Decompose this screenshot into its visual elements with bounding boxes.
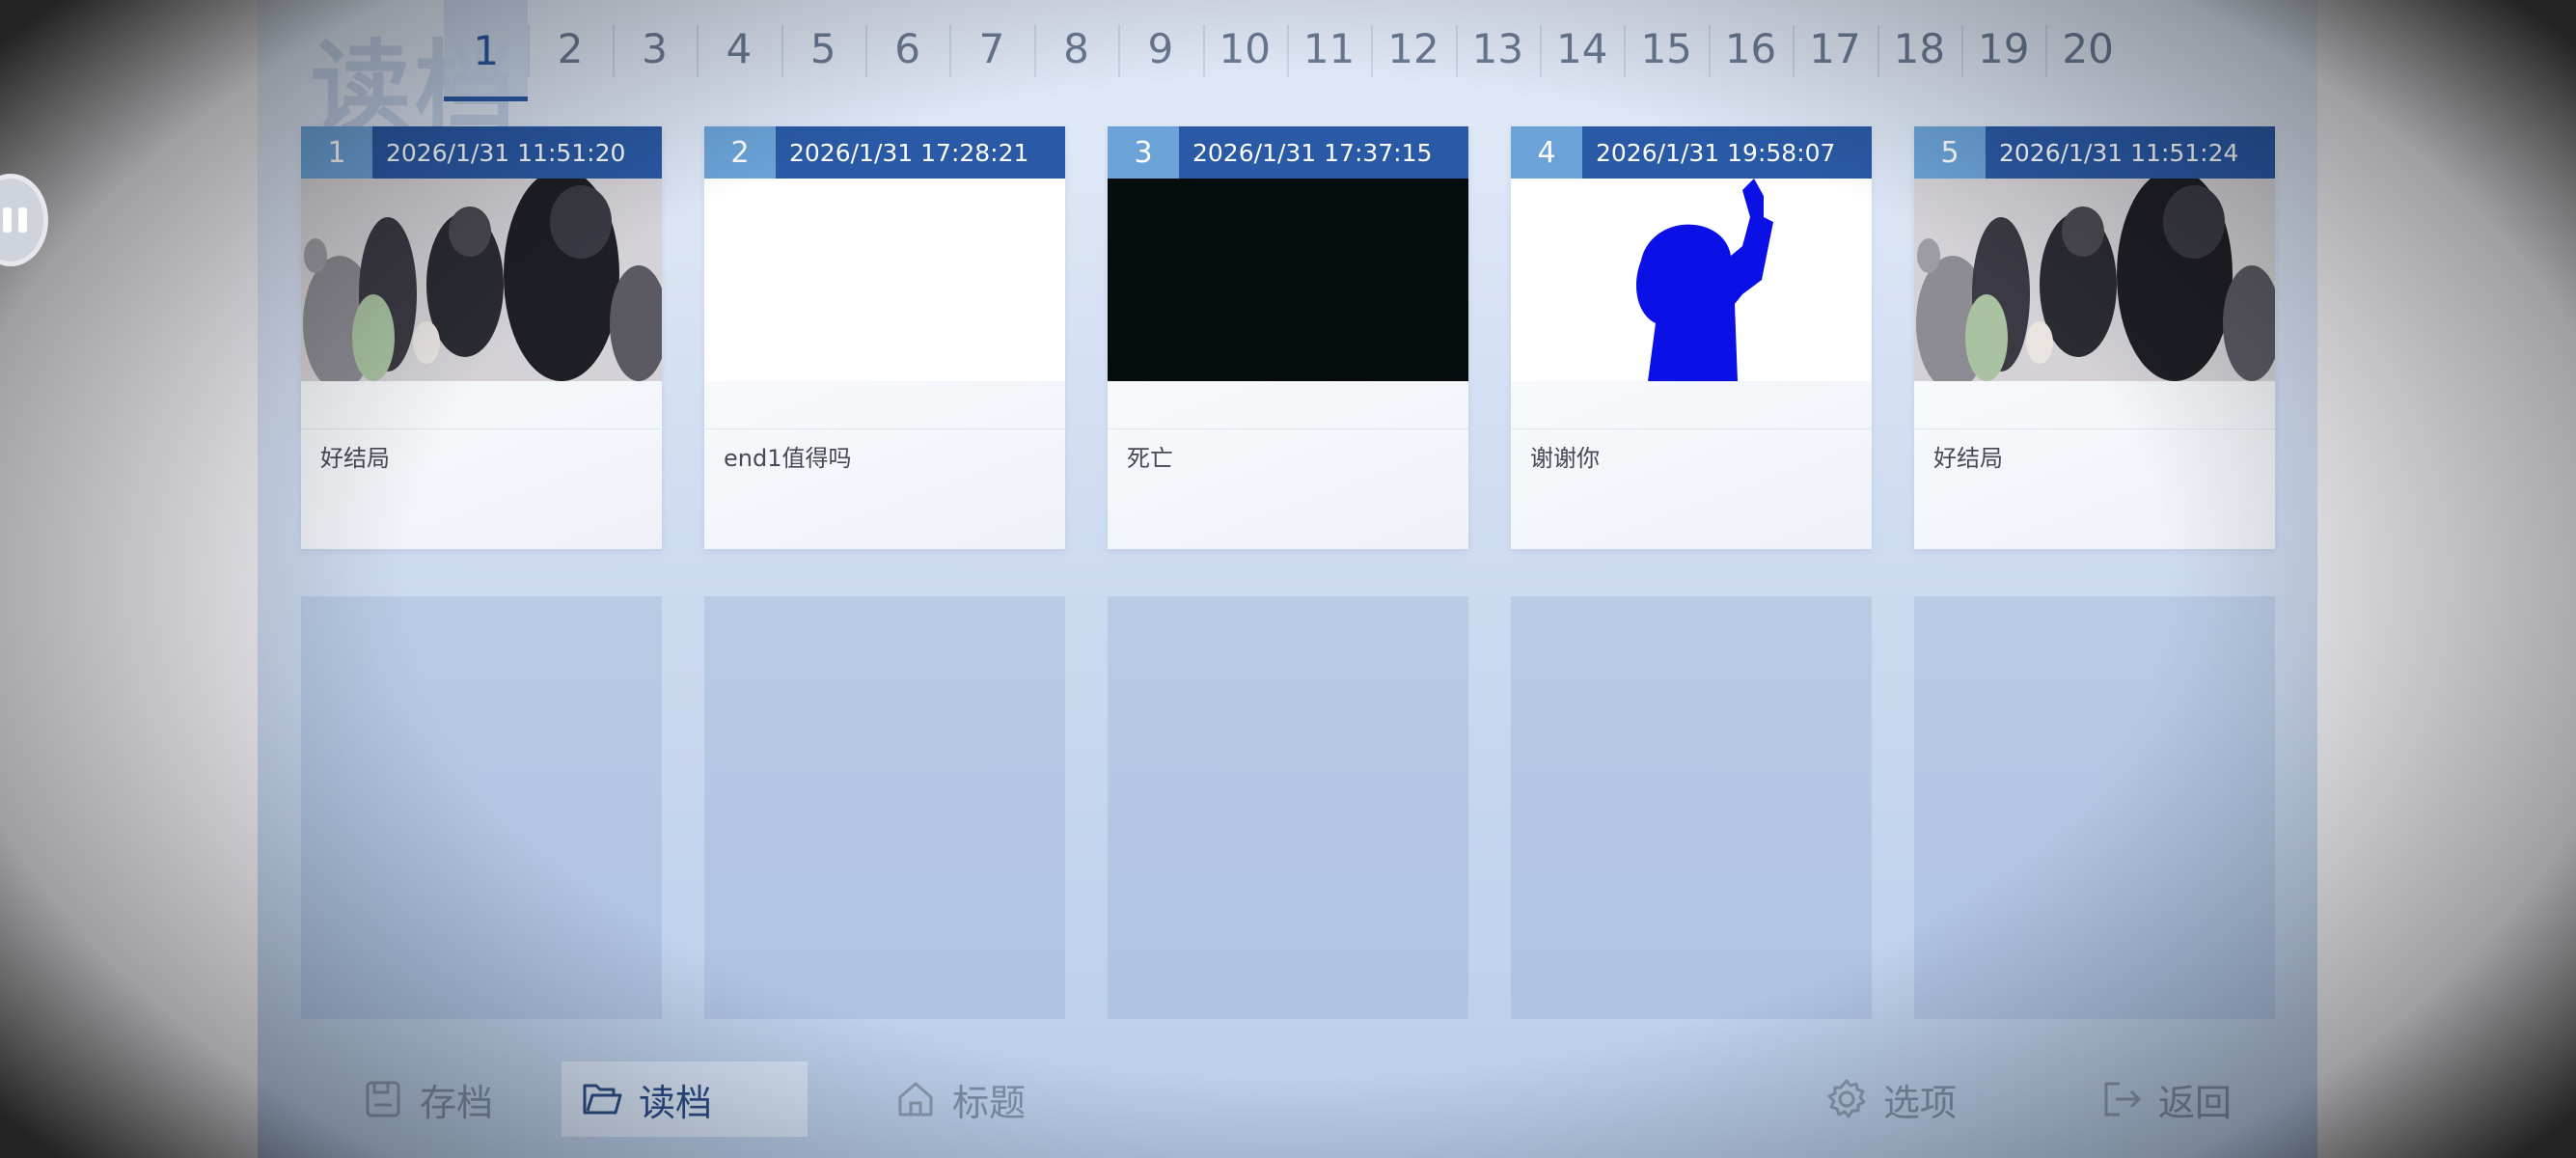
slot-number: 1 (301, 126, 372, 179)
slot-number: 2 (704, 126, 776, 179)
title-label: 标题 (952, 1081, 1027, 1124)
slot-caption: 死亡 (1127, 445, 1173, 472)
slot-thumbnail (1914, 179, 2275, 381)
load-label: 读档 (639, 1081, 713, 1124)
page-tabs: 1 2 3 4 5 6 7 8 9 10 11 12 13 14 15 16 1… (444, 0, 2130, 104)
save-slot-2[interactable]: 2 2026/1/31 17:28:21 end1值得吗 (704, 126, 1065, 549)
slot-divider (1511, 381, 1872, 429)
page-tab-20[interactable]: 20 (2045, 0, 2129, 96)
save-label: 存档 (420, 1081, 494, 1124)
slot-thumbnail (1108, 179, 1468, 381)
slot-divider (1108, 381, 1468, 429)
gear-icon (1827, 1079, 1866, 1118)
page-tab-2[interactable]: 2 (528, 0, 612, 96)
page-tab-17[interactable]: 17 (1793, 0, 1877, 96)
slot-datetime: 2026/1/31 19:58:07 (1596, 138, 1836, 167)
back-button[interactable]: 返回 (2081, 1062, 2251, 1137)
load-button[interactable]: 读档 (562, 1062, 808, 1137)
page-tab-13[interactable]: 13 (1455, 0, 1540, 96)
page-tab-5[interactable]: 5 (781, 0, 865, 96)
slot-header: 2 2026/1/31 17:28:21 (704, 126, 1065, 179)
page-tab-15[interactable]: 15 (1624, 0, 1708, 96)
slot-thumbnail (704, 179, 1065, 381)
page-tab-4[interactable]: 4 (697, 0, 781, 96)
empty-slot-9[interactable] (1511, 596, 1872, 1019)
options-button[interactable]: 选项 (1806, 1062, 1976, 1137)
page-tab-18[interactable]: 18 (1877, 0, 1961, 96)
slot-datetime: 2026/1/31 17:28:21 (789, 138, 1029, 167)
empty-slot-7[interactable] (704, 596, 1065, 1019)
slot-header: 1 2026/1/31 11:51:20 (301, 126, 662, 179)
blue-silhouette (1636, 179, 1773, 381)
slot-datetime: 2026/1/31 11:51:24 (1999, 138, 2239, 167)
save-button[interactable]: 存档 (343, 1062, 512, 1137)
back-label: 返回 (2158, 1081, 2233, 1124)
save-slot-3[interactable]: 3 2026/1/31 17:37:15 死亡 (1108, 126, 1468, 549)
slot-caption: 好结局 (1933, 445, 2003, 472)
slot-header: 4 2026/1/31 19:58:07 (1511, 126, 1872, 179)
slot-header: 5 2026/1/31 11:51:24 (1914, 126, 2275, 179)
page-tab-12[interactable]: 12 (1371, 0, 1455, 96)
home-icon (898, 1082, 933, 1117)
empty-slot-8[interactable] (1108, 596, 1468, 1019)
page-tab-19[interactable]: 19 (1961, 0, 2045, 96)
folder-open-icon (583, 1084, 622, 1115)
options-label: 选项 (1883, 1081, 1958, 1124)
slot-datetime: 2026/1/31 17:37:15 (1192, 138, 1433, 167)
page-tab-8[interactable]: 8 (1033, 0, 1118, 96)
save-slot-4[interactable]: 4 2026/1/31 19:58:07 谢谢你 (1511, 126, 1872, 549)
page-tab-3[interactable]: 3 (612, 0, 697, 96)
page-tab-1[interactable]: 1 (444, 0, 529, 101)
slot-header: 3 2026/1/31 17:37:15 (1108, 126, 1468, 179)
slot-thumbnail (1511, 179, 1872, 381)
title-button[interactable]: 标题 (875, 1062, 1045, 1137)
page-tab-16[interactable]: 16 (1708, 0, 1793, 96)
slot-divider (301, 381, 662, 429)
scene-illustration (1914, 179, 2275, 381)
slot-caption: 好结局 (320, 445, 390, 472)
scene-illustration (301, 179, 662, 381)
slot-divider (704, 381, 1065, 429)
page-tab-10[interactable]: 10 (1202, 0, 1287, 96)
slot-caption: end1值得吗 (724, 445, 852, 472)
page-tab-7[interactable]: 7 (949, 0, 1033, 96)
slot-caption: 谢谢你 (1530, 445, 1600, 472)
slot-number: 3 (1108, 126, 1179, 179)
exit-icon (2104, 1082, 2141, 1117)
bottom-nav: 存档 读档 标题 选项 返回 (258, 1060, 2317, 1137)
empty-slot-6[interactable] (301, 596, 662, 1019)
slot-datetime: 2026/1/31 11:51:20 (386, 138, 626, 167)
save-icon (366, 1081, 400, 1117)
slot-number: 4 (1511, 126, 1582, 179)
slot-thumbnail (301, 179, 662, 381)
empty-slot-10[interactable] (1914, 596, 2275, 1019)
save-slot-1[interactable]: 1 2026/1/31 11:51:20 好结局 (301, 126, 662, 549)
slot-number: 5 (1914, 126, 1986, 179)
slot-divider (1914, 381, 2275, 429)
save-slot-5[interactable]: 5 2026/1/31 11:51:24 好结局 (1914, 126, 2275, 549)
overlay-pause-button[interactable] (0, 174, 48, 266)
pause-icon (3, 207, 27, 233)
page-tab-11[interactable]: 11 (1286, 0, 1371, 96)
page-tab-6[interactable]: 6 (864, 0, 949, 96)
page-tab-14[interactable]: 14 (1540, 0, 1624, 96)
page-tab-9[interactable]: 9 (1118, 0, 1202, 96)
load-screen: 读档 1 2 3 4 5 6 7 8 9 10 11 12 13 14 15 1… (258, 0, 2317, 1158)
